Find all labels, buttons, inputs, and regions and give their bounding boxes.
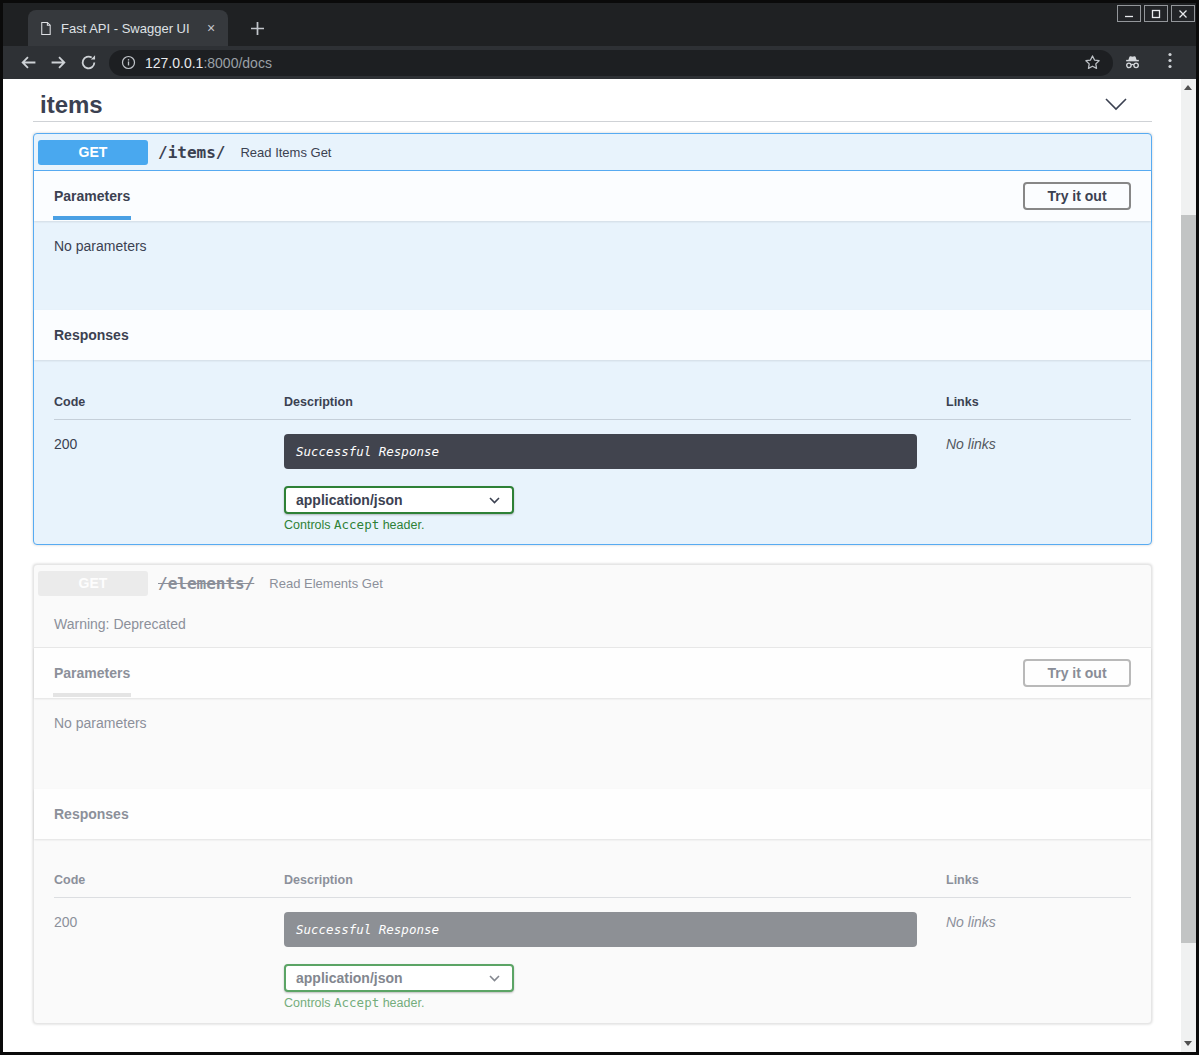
url-text[interactable]: 127.0.0.1:8000/docs (145, 55, 272, 71)
active-tab-underline (53, 216, 131, 220)
url-bar[interactable]: 127.0.0.1:8000/docs (109, 50, 1113, 76)
back-arrow-icon[interactable] (13, 49, 43, 77)
responses-title: Responses (54, 806, 129, 822)
minimize-icon[interactable] (1117, 5, 1141, 22)
media-type-select[interactable]: application/json (284, 964, 514, 992)
response-row: 200 Successful Response application/json… (54, 420, 1131, 532)
response-description-cell: Successful Response application/json Con… (284, 434, 946, 532)
endpoint-summary: Read Items Get (240, 145, 331, 160)
description-column-header: Description (284, 395, 946, 409)
select-chevron-down-icon (489, 497, 500, 504)
media-type-select[interactable]: application/json (284, 486, 514, 514)
opblock-get-items: GET /items/ Read Items Get Parameters Tr… (33, 133, 1152, 545)
response-description-cell: Successful Response application/json Con… (284, 912, 946, 1010)
links-column-header: Links (946, 395, 1131, 409)
deprecation-warning-wrapper: Warning: Deprecated (34, 601, 1151, 648)
responses-header: Responses (34, 789, 1151, 839)
response-description: Successful Response (284, 912, 917, 947)
maximize-icon[interactable] (1144, 5, 1168, 22)
swagger-ui: items GET /items/ Read Items Get Paramet… (33, 79, 1152, 1024)
code-column-header: Code (54, 873, 284, 887)
opblock-get-elements-deprecated: GET /elements/ Read Elements Get Warning… (33, 564, 1152, 1024)
responses-table-head: Code Description Links (54, 855, 1131, 898)
endpoint-path: /elements/ (158, 574, 254, 593)
no-parameters-text: No parameters (54, 715, 147, 731)
method-badge: GET (38, 140, 148, 165)
scrollbar-up-arrow-icon[interactable] (1184, 85, 1192, 90)
browser-window: Fast API - Swagger UI × (0, 0, 1199, 1055)
response-code: 200 (54, 434, 284, 532)
info-icon[interactable] (121, 55, 136, 70)
select-chevron-down-icon (489, 975, 500, 982)
code-column-header: Code (54, 395, 284, 409)
tag-title: items (33, 91, 1104, 119)
responses-header: Responses (34, 310, 1151, 360)
forward-arrow-icon[interactable] (43, 49, 73, 77)
parameters-title: Parameters (54, 188, 130, 204)
chevron-down-icon[interactable] (1104, 97, 1128, 112)
controls-accept-note: Controls Accept header. (284, 517, 946, 532)
parameters-body: No parameters (34, 698, 1151, 789)
parameters-body: No parameters (34, 221, 1151, 310)
browser-toolbar: 127.0.0.1:8000/docs (3, 46, 1196, 79)
toolbar-right (1123, 52, 1172, 73)
responses-table: Code Description Links 200 Successful Re… (34, 839, 1151, 1023)
endpoint-summary: Read Elements Get (269, 576, 382, 591)
links-column-header: Links (946, 873, 1131, 887)
scrollbar-down-arrow-icon[interactable] (1184, 1041, 1192, 1046)
browser-titlebar: Fast API - Swagger UI × (3, 3, 1196, 46)
deprecation-warning: Warning: Deprecated (54, 616, 186, 632)
bookmark-star-icon[interactable] (1084, 54, 1101, 71)
no-parameters-text: No parameters (54, 238, 147, 254)
opblock-summary[interactable]: GET /elements/ Read Elements Get (34, 565, 1151, 601)
tab-favicon-document-icon (38, 21, 53, 36)
parameters-header: Parameters Try it out (34, 648, 1151, 698)
scrollbar-thumb[interactable] (1181, 215, 1196, 943)
responses-table: Code Description Links 200 Successful Re… (34, 360, 1151, 544)
opblock-summary[interactable]: GET /items/ Read Items Get (34, 134, 1151, 171)
parameters-title: Parameters (54, 665, 130, 681)
page-content: items GET /items/ Read Items Get Paramet… (3, 79, 1196, 1052)
media-type-value: application/json (296, 970, 403, 986)
window-controls (1117, 5, 1195, 22)
try-it-out-button[interactable]: Try it out (1023, 659, 1131, 687)
description-column-header: Description (284, 873, 946, 887)
active-tab-underline (53, 693, 131, 697)
browser-tab[interactable]: Fast API - Swagger UI × (28, 10, 228, 46)
try-it-out-button[interactable]: Try it out (1023, 182, 1131, 210)
media-type-value: application/json (296, 492, 403, 508)
reload-icon[interactable] (73, 49, 103, 77)
tab-close-icon[interactable]: × (202, 19, 220, 37)
menu-dots-icon[interactable] (1168, 52, 1172, 73)
new-tab-button[interactable] (244, 15, 270, 41)
response-row: 200 Successful Response application/json… (54, 898, 1131, 1010)
page-scrollbar[interactable] (1181, 79, 1196, 1052)
responses-title: Responses (54, 327, 129, 343)
controls-accept-note: Controls Accept header. (284, 995, 946, 1010)
close-window-icon[interactable] (1171, 5, 1195, 22)
response-description: Successful Response (284, 434, 917, 469)
parameters-header: Parameters Try it out (34, 171, 1151, 221)
incognito-icon (1123, 53, 1142, 72)
response-links: No links (946, 434, 1131, 532)
tag-section-header[interactable]: items (33, 79, 1152, 122)
responses-table-head: Code Description Links (54, 376, 1131, 420)
response-code: 200 (54, 912, 284, 1010)
response-links: No links (946, 912, 1131, 1010)
tab-title: Fast API - Swagger UI (61, 21, 194, 36)
method-badge: GET (38, 571, 148, 596)
endpoint-path: /items/ (158, 143, 225, 162)
